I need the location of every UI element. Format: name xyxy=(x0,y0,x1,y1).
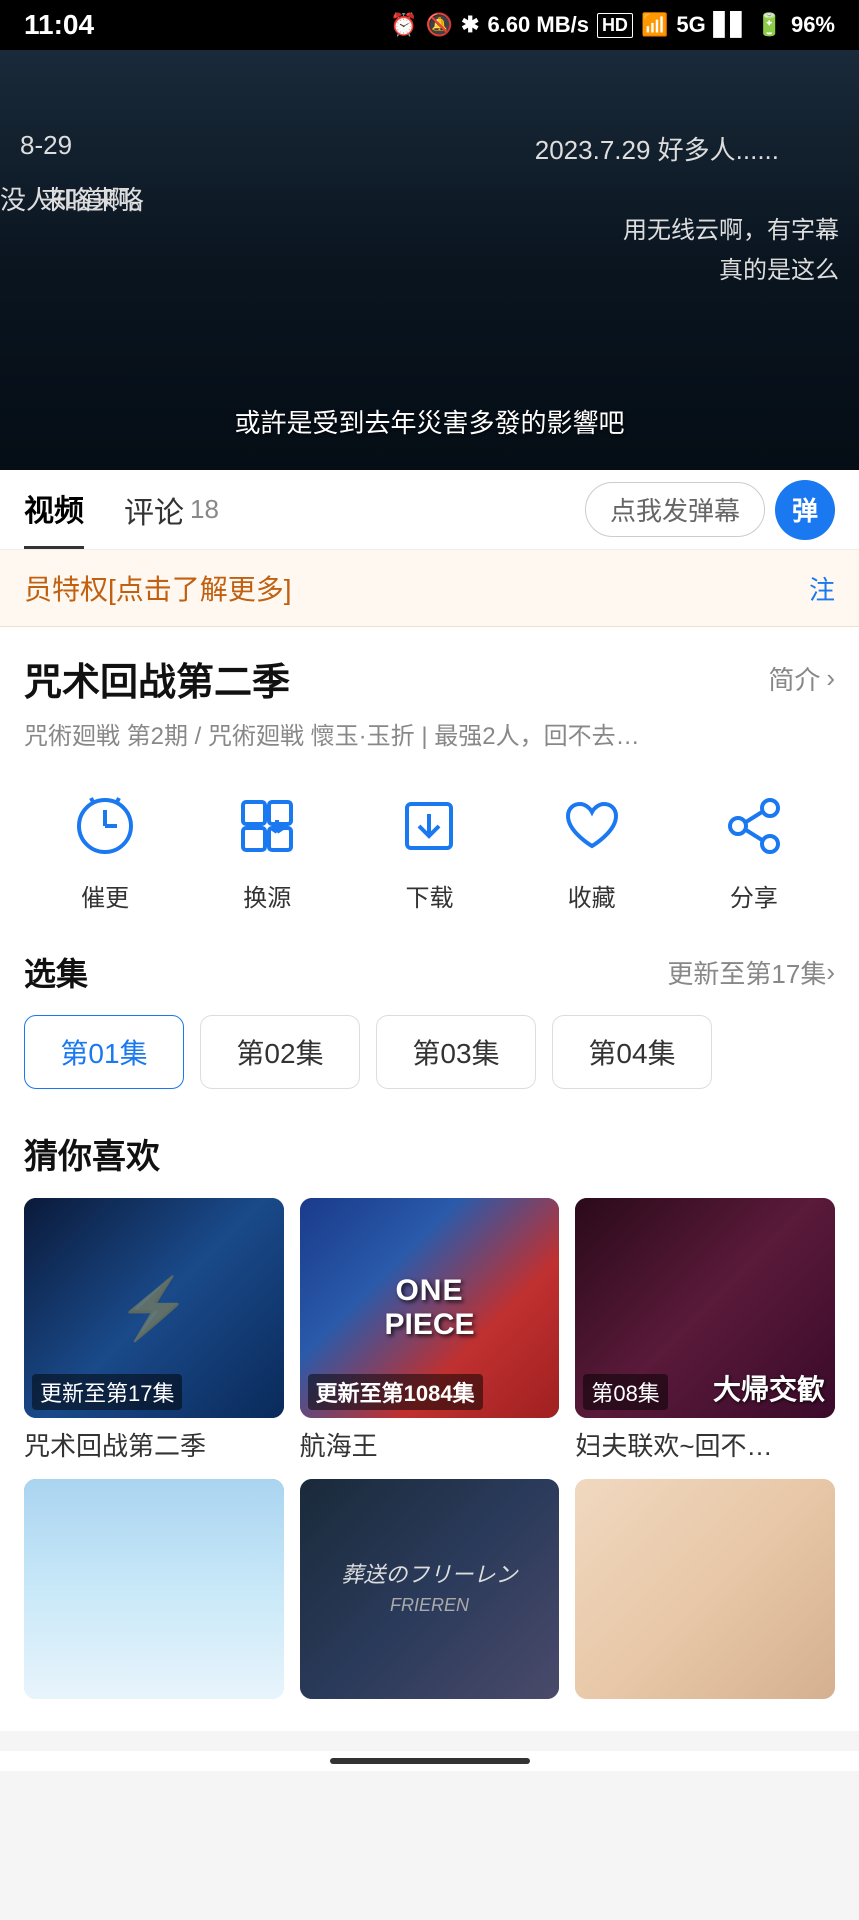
chevron-right-icon: › xyxy=(826,663,835,694)
rec-thumbnail xyxy=(575,1479,835,1699)
rec-badge: 更新至第17集 xyxy=(32,1374,182,1410)
rec-thumbnail: ONE PIECE 更新至第1084集 xyxy=(300,1198,560,1418)
rec-name: 妇夫联欢~回不… xyxy=(575,1426,835,1463)
urge-label: 催更 xyxy=(81,878,129,913)
episodes-header: 选集 更新至第17集 › xyxy=(24,949,835,995)
recommend-item-onepiece[interactable]: ONE PIECE 更新至第1084集 航海王 xyxy=(300,1198,560,1463)
favorite-label: 收藏 xyxy=(568,878,616,913)
recommend-item-frieren[interactable]: 葬送のフリーレン FRIEREN xyxy=(300,1479,560,1707)
heart-icon xyxy=(552,786,632,866)
download-button[interactable]: 下载 xyxy=(389,786,469,913)
rec-thumbnail: ⚡ 更新至第17集 xyxy=(24,1198,284,1418)
action-row: 催更 换源 xyxy=(24,786,835,913)
rec-thumbnail: 大帰交歓 第08集 xyxy=(575,1198,835,1418)
clock-icon xyxy=(65,786,145,866)
battery-icon: 🔋 xyxy=(756,12,783,38)
status-bar: 11:04 ⏰ 🔕 ✱ 6.60 MB/s HD 📶 5G ▋▋ 🔋 96% xyxy=(0,0,859,50)
episodes-title: 选集 xyxy=(24,949,88,995)
switch-icon xyxy=(227,786,307,866)
rec-name: 咒术回战第二季 xyxy=(24,1426,284,1463)
danmu-item: 真的是这么 xyxy=(719,250,839,285)
switch-source-label: 换源 xyxy=(243,878,291,913)
recommend-grid: ⚡ 更新至第17集 咒术回战第二季 ONE PIECE 更新至第1084集 航海… xyxy=(24,1198,835,1707)
share-icon xyxy=(714,786,794,866)
wifi-icon: 📶 xyxy=(641,12,668,38)
chevron-right-icon: › xyxy=(826,957,835,988)
anime-title: 咒术回战第二季 xyxy=(24,651,290,706)
danmu-item: 用无线云啊，有字幕 xyxy=(623,210,839,245)
member-text: 员特权[点击了解更多] xyxy=(24,568,292,608)
rec-badge: 第08集 xyxy=(583,1374,667,1410)
episode-button[interactable]: 第04集 xyxy=(552,1015,712,1089)
status-icons: ⏰ 🔕 ✱ 6.60 MB/s HD 📶 5G ▋▋ 🔋 96% xyxy=(390,12,835,38)
episodes-more[interactable]: 更新至第17集 › xyxy=(667,954,835,991)
intro-button[interactable]: 简介 › xyxy=(768,660,835,697)
rec-thumbnail: 葬送のフリーレン FRIEREN xyxy=(300,1479,560,1699)
danmu-send-button[interactable]: 点我发弹幕 xyxy=(585,482,765,537)
content-area: 咒术回战第二季 简介 › 咒術廻戦 第2期 / 咒術廻戦 懷玉·玉折 | 最强2… xyxy=(0,627,859,1731)
signal-icon: 5G xyxy=(676,12,705,38)
home-indicator xyxy=(330,1758,530,1764)
signal-bars: ▋▋ xyxy=(714,12,748,38)
danmu-item: 2023.7.29 好多人...... xyxy=(535,130,779,167)
danmu-item: 8-29 xyxy=(20,130,72,161)
recommend-item-adult[interactable]: 大帰交歓 第08集 妇夫联欢~回不… xyxy=(575,1198,835,1463)
bluetooth-icon: ✱ xyxy=(461,12,479,38)
rec-thumbnail xyxy=(24,1479,284,1699)
favorite-button[interactable]: 收藏 xyxy=(552,786,632,913)
rec-badge: 更新至第1084集 xyxy=(308,1374,483,1410)
recommend-item-manga[interactable] xyxy=(575,1479,835,1707)
episodes-list: 第01集 第02集 第03集 第04集 xyxy=(24,1015,835,1089)
episode-button[interactable]: 第03集 xyxy=(376,1015,536,1089)
hd-badge: HD xyxy=(597,13,633,38)
danmu-icon-button[interactable]: 弹 xyxy=(775,480,835,540)
switch-source-button[interactable]: 换源 xyxy=(227,786,307,913)
urge-button[interactable]: 催更 xyxy=(65,786,145,913)
status-time: 11:04 xyxy=(24,9,94,41)
recommend-item-jujutsu2[interactable]: ⚡ 更新至第17集 咒术回战第二季 xyxy=(24,1198,284,1463)
anime-title-row: 咒术回战第二季 简介 › xyxy=(24,651,835,706)
episode-button[interactable]: 第02集 xyxy=(200,1015,360,1089)
rec-name: 航海王 xyxy=(300,1426,560,1463)
alarm-icon: ⏰ xyxy=(390,12,417,38)
episode-button[interactable]: 第01集 xyxy=(24,1015,184,1089)
danmu-buttons: 点我发弹幕 弹 xyxy=(585,480,835,540)
battery-level: 96% xyxy=(791,12,835,38)
bottom-bar xyxy=(0,1751,859,1771)
recommend-title: 猜你喜欢 xyxy=(24,1129,835,1178)
mute-icon: 🔕 xyxy=(426,12,453,38)
share-button[interactable]: 分享 xyxy=(714,786,794,913)
tab-bar: 视频 评论 18 点我发弹幕 弹 xyxy=(0,470,859,550)
anime-tags: 咒術廻戦 第2期 / 咒術廻戦 懷玉·玉折 | 最强2人，回不去… xyxy=(24,718,835,756)
tab-video[interactable]: 视频 xyxy=(24,470,84,549)
video-subtitle: 或許是受到去年災害多發的影響吧 xyxy=(234,403,624,440)
video-player[interactable]: 8-29 2023.7.29 好多人...... 来咯来咯 用无线云啊，有字幕 … xyxy=(0,50,859,470)
download-label: 下载 xyxy=(405,878,453,913)
share-label: 分享 xyxy=(730,878,778,913)
download-icon xyxy=(389,786,469,866)
member-banner[interactable]: 员特权[点击了解更多] 注 xyxy=(0,550,859,627)
danmu-item: 没人知道啊。 xyxy=(0,180,156,217)
member-link[interactable]: 注 xyxy=(809,570,835,607)
tab-comment[interactable]: 评论 18 xyxy=(124,470,219,549)
speed-indicator: 6.60 MB/s xyxy=(487,12,589,38)
recommend-item-sky[interactable] xyxy=(24,1479,284,1707)
